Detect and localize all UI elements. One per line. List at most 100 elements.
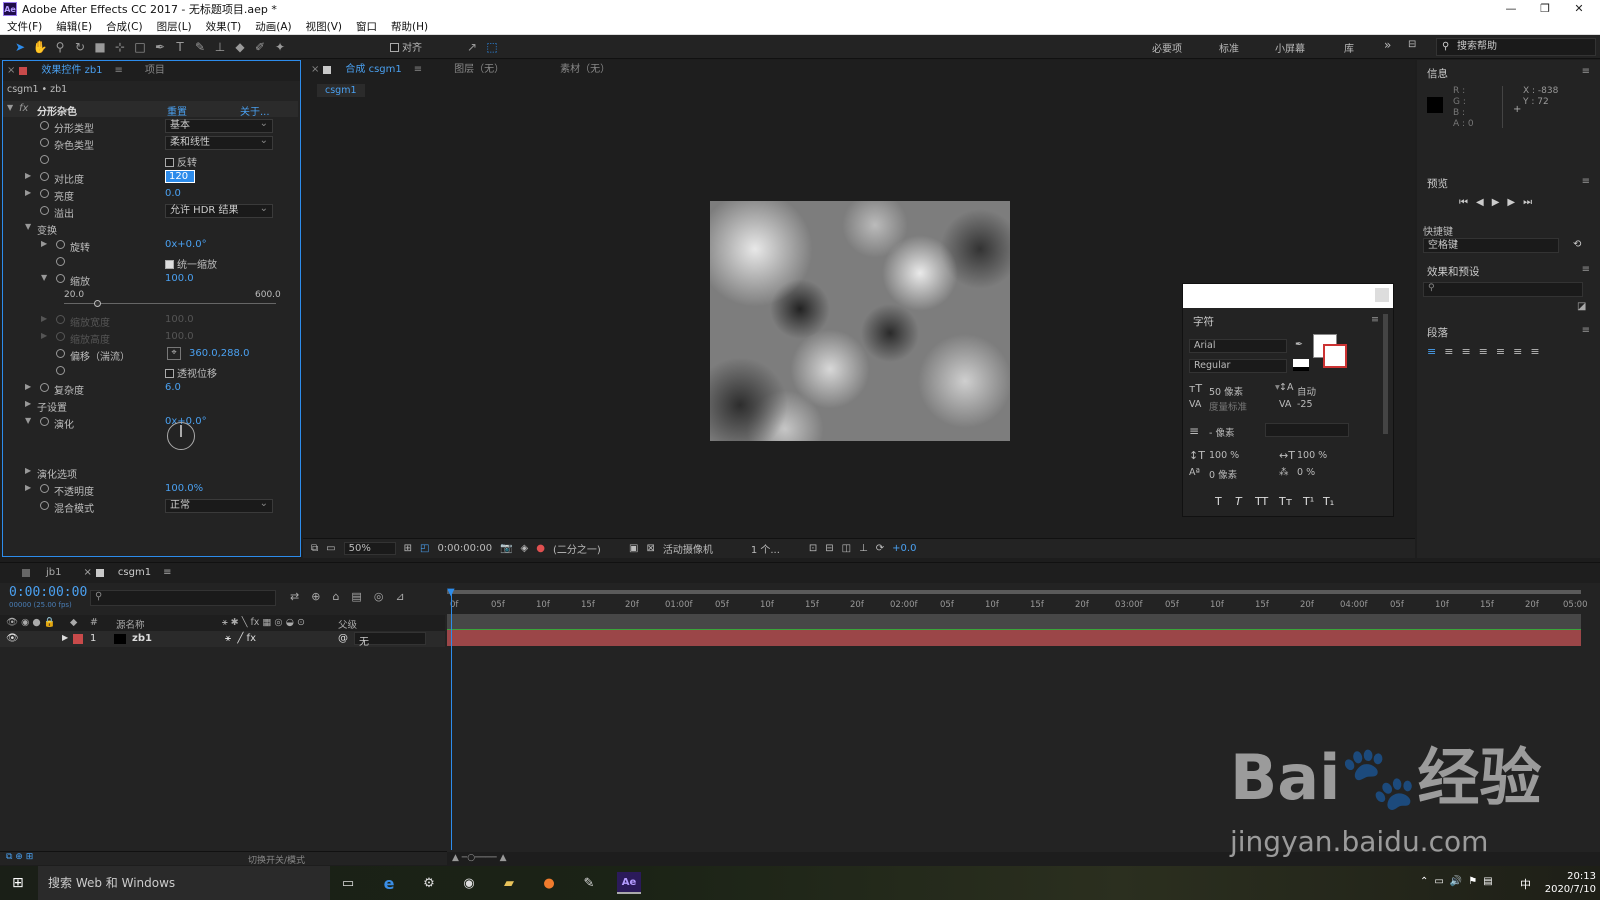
- shortcut-dropdown[interactable]: 空格键: [1423, 238, 1559, 253]
- shy-icon[interactable]: ⌂: [332, 590, 351, 603]
- black-white-swatch[interactable]: [1293, 359, 1309, 371]
- close-tab-icon[interactable]: ×: [3, 61, 19, 81]
- taskbar-search-box[interactable]: 搜索 Web 和 Windows: [38, 866, 330, 900]
- after-effects-taskbar-icon[interactable]: Ae: [617, 872, 641, 894]
- perspective-checkbox[interactable]: 透视位移: [165, 365, 217, 380]
- stroke-type-dropdown[interactable]: [1265, 423, 1349, 437]
- stopwatch-icon[interactable]: [56, 332, 65, 341]
- layer-duration-bar[interactable]: [447, 630, 1581, 646]
- tab-project[interactable]: 项目: [137, 61, 173, 81]
- workspace-more-icon[interactable]: »: [1384, 38, 1391, 52]
- stopwatch-icon[interactable]: [40, 206, 49, 215]
- stopwatch-icon[interactable]: [56, 315, 65, 324]
- expand-triangle-icon[interactable]: ▶: [25, 171, 31, 180]
- superscript-button[interactable]: T¹: [1303, 495, 1314, 508]
- align-left-icon[interactable]: ≡: [1427, 345, 1444, 358]
- menu-effect[interactable]: 效果(T): [199, 19, 249, 34]
- brush-tool-icon[interactable]: ✎: [190, 37, 210, 57]
- source-name-column[interactable]: 源名称: [116, 617, 145, 631]
- expand-triangle-icon[interactable]: ▶: [25, 466, 31, 475]
- type-tool-icon[interactable]: T: [170, 37, 190, 57]
- panel-menu-icon[interactable]: ≡: [410, 60, 426, 80]
- puppet-pin-tool-icon[interactable]: ✦: [270, 37, 290, 57]
- align-right-icon[interactable]: ≡: [1461, 345, 1478, 358]
- expand-triangle-icon[interactable]: ▶: [41, 239, 47, 248]
- file-explorer-icon[interactable]: ▰: [497, 872, 521, 894]
- opacity-value[interactable]: 100.0%: [165, 483, 203, 494]
- effect-header-row[interactable]: ▼ fx 分形杂色 重置 关于...: [3, 101, 298, 118]
- menu-animation[interactable]: 动画(A): [248, 19, 298, 34]
- transparency-grid-icon[interactable]: ▣: [629, 543, 638, 554]
- panel-menu-icon[interactable]: ≡: [159, 563, 175, 583]
- pan-behind-tool-icon[interactable]: ⊹: [110, 37, 130, 57]
- subscript-button[interactable]: T₁: [1323, 495, 1334, 508]
- font-style-dropdown[interactable]: Regular: [1189, 359, 1287, 373]
- firefox-icon[interactable]: ●: [537, 872, 561, 894]
- justify-right-icon[interactable]: ≡: [1513, 345, 1530, 358]
- layer-name[interactable]: zb1: [132, 633, 152, 644]
- panel-menu-icon[interactable]: ≡: [1582, 325, 1590, 336]
- reset-shortcut-icon[interactable]: ⟲: [1573, 239, 1581, 250]
- complexity-value[interactable]: 6.0: [165, 382, 181, 393]
- snap-option-icon[interactable]: ↗: [462, 37, 482, 57]
- play-icon[interactable]: ▶: [1492, 197, 1508, 208]
- menu-layer[interactable]: 图层(L): [150, 19, 199, 34]
- stopwatch-icon[interactable]: [56, 274, 65, 283]
- leading-value[interactable]: 自动: [1297, 384, 1316, 398]
- vertical-scale-value[interactable]: 100 %: [1209, 450, 1239, 461]
- collapse-triangle-icon[interactable]: ▼: [41, 273, 47, 282]
- parent-column[interactable]: 父级: [338, 617, 357, 631]
- font-size-value[interactable]: 50 像素: [1209, 384, 1243, 398]
- exposure-icon[interactable]: ⟳: [876, 543, 884, 554]
- next-frame-icon[interactable]: ▶: [1507, 197, 1523, 208]
- tab-footage[interactable]: 素材（无）: [552, 60, 618, 80]
- rotate-tool-icon[interactable]: ↻: [70, 37, 90, 57]
- workspace-libraries[interactable]: 库: [1344, 40, 1354, 55]
- expand-triangle-icon[interactable]: ▶: [25, 188, 31, 197]
- expand-triangle-icon[interactable]: ▶: [41, 314, 47, 323]
- time-ruler[interactable]: 0f 05f 10f 15f 20f 01:00f 05f 10f 15f 20…: [447, 594, 1588, 614]
- roi-icon[interactable]: ◰: [420, 543, 429, 554]
- snap-checkbox[interactable]: 对齐: [390, 39, 422, 54]
- comp-navigator-chip[interactable]: csgm1: [317, 84, 365, 97]
- mask-icon[interactable]: ⊠: [646, 543, 654, 554]
- draft-3d-icon[interactable]: ◫: [842, 543, 851, 554]
- evolution-dial[interactable]: [167, 422, 195, 450]
- help-search-input[interactable]: ⚲ 搜索帮助: [1436, 38, 1596, 56]
- reset-exposure-icon[interactable]: ⊟: [825, 543, 833, 554]
- first-frame-icon[interactable]: ⏮: [1459, 197, 1476, 208]
- expand-triangle-icon[interactable]: ▶: [62, 633, 68, 642]
- menu-edit[interactable]: 编辑(E): [49, 19, 99, 34]
- layer-row[interactable]: 👁 ▶ 1 zb1 ⚹ ╱ fx @ 无: [0, 631, 445, 648]
- panel-menu-icon[interactable]: ≡: [1582, 264, 1590, 275]
- stopwatch-icon[interactable]: [40, 417, 49, 426]
- stopwatch-icon[interactable]: [40, 383, 49, 392]
- all-caps-button[interactable]: TT: [1255, 495, 1268, 508]
- toggle-pixel-icon[interactable]: ⊡: [809, 543, 817, 554]
- menu-help[interactable]: 帮助(H): [384, 19, 435, 34]
- expand-triangle-icon[interactable]: ▶: [25, 382, 31, 391]
- panel-menu-icon[interactable]: ≡: [111, 61, 127, 81]
- workspace-panel-icon[interactable]: ⊟: [1408, 39, 1416, 50]
- blend-mode-dropdown[interactable]: 正常: [165, 498, 273, 513]
- last-frame-icon[interactable]: ⏭: [1523, 197, 1540, 208]
- layer-switches[interactable]: ⚹ ╱ fx: [225, 633, 256, 644]
- views-dropdown[interactable]: 1 个...: [751, 541, 801, 556]
- selection-tool-icon[interactable]: ➤: [10, 37, 30, 57]
- close-button[interactable]: ✕: [1562, 0, 1596, 18]
- graph-editor-icon[interactable]: ⊿: [395, 590, 416, 603]
- show-snapshot-icon[interactable]: ◈: [521, 543, 529, 554]
- fx-icon[interactable]: fx: [19, 103, 28, 114]
- offset-value[interactable]: 360.0,288.0: [189, 348, 249, 359]
- menu-file[interactable]: 文件(F): [0, 19, 49, 34]
- channel-icon[interactable]: ●: [536, 543, 545, 554]
- camera-dropdown[interactable]: 活动摄像机: [663, 541, 743, 556]
- stopwatch-icon[interactable]: [40, 121, 49, 130]
- camera-tool-icon[interactable]: ■: [90, 37, 110, 57]
- maximize-button[interactable]: ❐: [1528, 0, 1562, 18]
- panel-menu-icon[interactable]: ≡: [1371, 314, 1379, 325]
- faux-bold-button[interactable]: T: [1215, 495, 1222, 508]
- stopwatch-icon[interactable]: [56, 240, 65, 249]
- reset-link[interactable]: 重置: [167, 103, 187, 118]
- rectangle-tool-icon[interactable]: □: [130, 37, 150, 57]
